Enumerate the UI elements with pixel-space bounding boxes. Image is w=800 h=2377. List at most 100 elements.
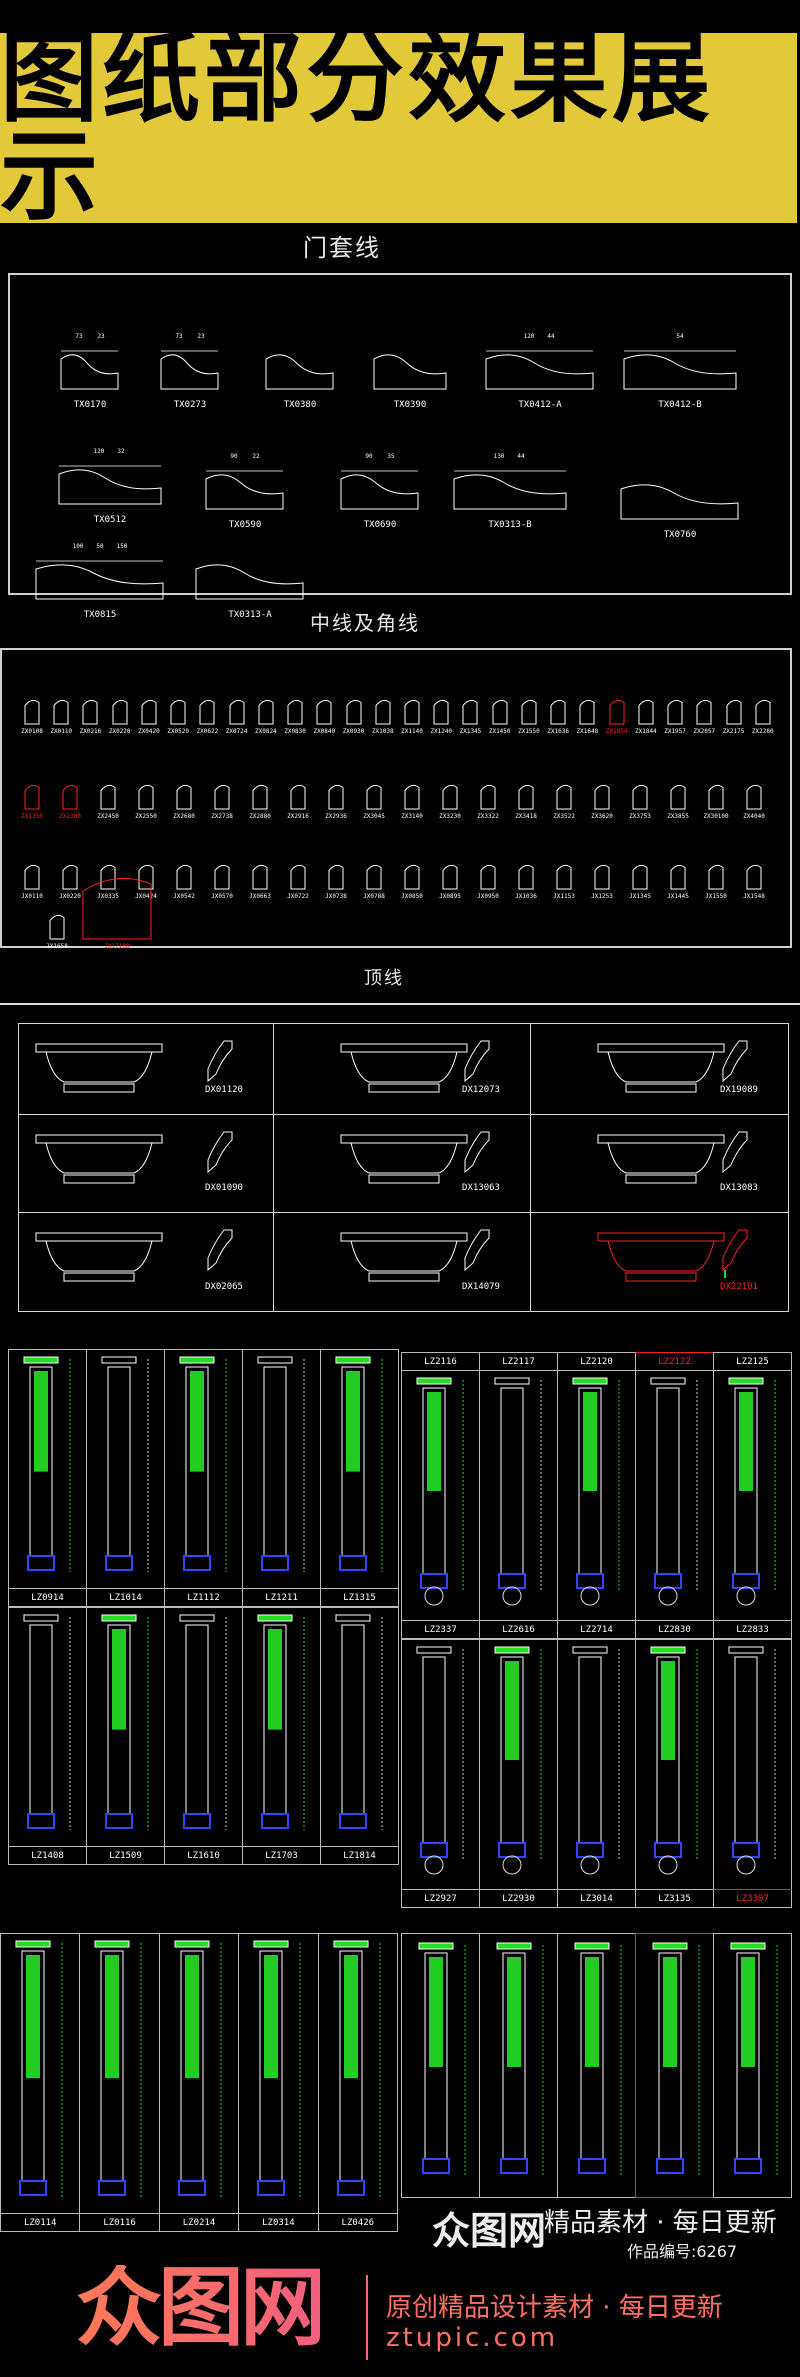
column-base: [578, 2158, 606, 2174]
profile-outline: [35, 564, 164, 600]
profile-label: ZX3045: [363, 813, 385, 820]
cornice-curve: [350, 1051, 458, 1083]
column-drawing: [728, 1377, 776, 1606]
column-block-d: [401, 1933, 792, 2198]
profile-drawing: [24, 784, 40, 810]
profile-drawing: [696, 699, 712, 725]
profile-outline: [205, 474, 284, 510]
profile-label: JX0850: [401, 893, 423, 900]
column-drawing: [333, 1940, 381, 2197]
profile-drawing: [480, 864, 496, 890]
column-header: LZ2120: [557, 1352, 636, 1371]
casing-profile-drawing: [485, 350, 594, 390]
column-label: LZ2337: [401, 1620, 480, 1639]
brand-logo: 众图网: [76, 2258, 326, 2358]
profile-drawing: [199, 699, 215, 725]
column-block-b: LZ2116 LZ2117 LZ2120 LZ2122 LZ2125 LZ2337 LZ26…: [401, 1352, 792, 1925]
profile-outline: [258, 699, 274, 725]
column-label: LZ1610: [164, 1846, 243, 1865]
column-label: LZ3014: [557, 1889, 636, 1908]
dimension-value: 32: [117, 448, 125, 455]
profile-outline: [726, 699, 742, 725]
cornice-curve: [607, 1051, 715, 1083]
cornice-top: [597, 1134, 725, 1144]
profile-outline: [58, 469, 161, 505]
column-panel: [343, 1955, 358, 2079]
profile-drawing: [252, 784, 268, 810]
column-capital: [179, 1614, 215, 1622]
column-shaft: [263, 1366, 287, 1557]
profile-outline: [746, 784, 762, 810]
column-drawing: [253, 1940, 301, 2197]
dimension-value: 73: [75, 333, 83, 340]
profile-outline: [755, 699, 771, 725]
profile-drawing: [609, 699, 625, 725]
column-drawing: [494, 1377, 542, 1606]
profile-label: ZX1844: [635, 728, 657, 735]
profile-outline: [550, 699, 566, 725]
profile-outline: [62, 864, 78, 890]
column-base: [734, 2158, 762, 2174]
cornice-base: [63, 1083, 135, 1093]
profile-drawing: [53, 699, 69, 725]
column-capital: [257, 1356, 293, 1364]
profile-outline: [252, 784, 268, 810]
cornice-drawing: [340, 1134, 468, 1184]
column-shaft: [500, 1387, 524, 1575]
column-drawing: [416, 1646, 464, 1875]
brand-footer: 众图网 原创精品设计素材 · 每日更新 ztupic.com: [76, 2265, 756, 2370]
profile-outline: [195, 564, 304, 600]
profile-label: ZX1636: [547, 728, 569, 735]
profile-label: ZX3322: [477, 813, 499, 820]
casing-label: TX0273: [173, 400, 207, 410]
profile-label: ZX0840: [313, 728, 336, 735]
profile-drawing: [176, 784, 192, 810]
column-capital: [416, 1377, 452, 1385]
top-line-cell: DX14079: [273, 1212, 531, 1312]
profile-drawing: [49, 914, 65, 940]
column-shaft: [578, 1656, 602, 1844]
dimension-value: 120: [93, 448, 105, 455]
column-label: LZ1112: [164, 1588, 243, 1607]
profile-label: JX0570: [211, 893, 233, 900]
profile-drawing: [746, 864, 762, 890]
cornice-profile-icon: [207, 1040, 233, 1083]
cornice-base: [368, 1174, 440, 1184]
profile-drawing: [404, 864, 420, 890]
column-capital: [730, 1942, 766, 1950]
cornice-label: DX19089: [720, 1085, 758, 1095]
cornice-base: [368, 1083, 440, 1093]
column-base: [339, 1555, 367, 1571]
column-shaft: [185, 1624, 209, 1815]
profile-label: ZX0622: [196, 728, 219, 735]
column-capital: [650, 1377, 686, 1385]
dimension-value: 50: [96, 543, 104, 550]
profile-outline: [24, 784, 40, 810]
column-capital: [494, 1377, 530, 1385]
profile-outline: [346, 699, 362, 725]
profile-outline: [340, 474, 419, 510]
cornice-label: DX01120: [205, 1085, 243, 1095]
profile-outline: [620, 484, 739, 520]
profile-label: JX1153: [553, 893, 575, 900]
casing-profile-drawing: [373, 354, 446, 390]
column-base: [183, 1813, 211, 1829]
casing-label: TX0512: [93, 515, 127, 525]
column-base: [105, 1555, 133, 1571]
column-capital: [23, 1614, 59, 1622]
door-casing-panel: 73 23 TX0170 73 23 TX0273 TX0380 TX0390 120 44 TX0…: [8, 273, 792, 620]
brand-url[interactable]: ztupic.com: [386, 2323, 558, 2353]
column-label: LZ1211: [242, 1588, 321, 1607]
column-capital: [101, 1614, 137, 1622]
profile-drawing: [366, 784, 382, 810]
casing-label: TX0590: [228, 520, 262, 530]
column-drawing: [94, 1940, 142, 2197]
casing-profile-drawing: [623, 350, 736, 390]
column-base: [27, 1813, 55, 1829]
cornice-top: [597, 1232, 725, 1242]
column-capital: [333, 1940, 369, 1948]
profile-drawing: [141, 699, 157, 725]
profile-drawing: [214, 784, 230, 810]
column-label: LZ2714: [557, 1620, 636, 1639]
column-label: LZ0114: [0, 2213, 81, 2232]
